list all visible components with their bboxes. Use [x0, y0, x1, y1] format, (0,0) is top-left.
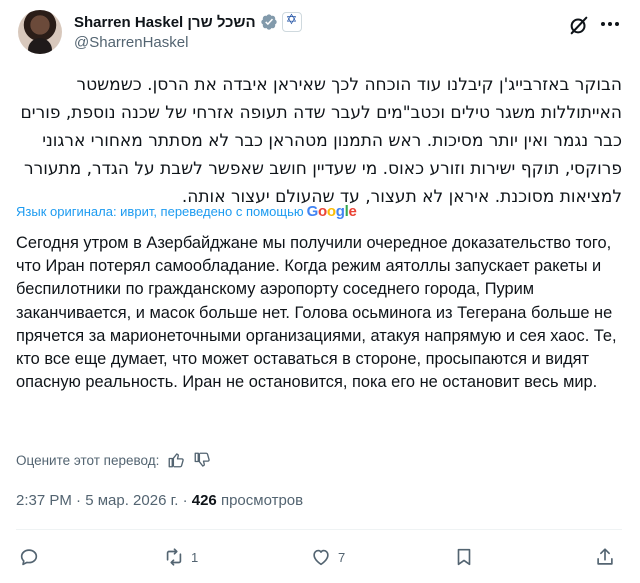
translation-source[interactable]: Язык оригинала: иврит, переведено с помо…: [16, 203, 357, 220]
views-label: просмотров: [220, 492, 304, 509]
share-icon: [597, 548, 613, 565]
organization-affiliation-icon[interactable]: [281, 12, 302, 32]
bookmark-button[interactable]: [453, 544, 475, 570]
tweet-time[interactable]: 2:37 PM: [16, 492, 72, 509]
grok-icon[interactable]: [568, 14, 590, 36]
reply-button[interactable]: [18, 544, 46, 570]
meta-separator: ·: [76, 492, 86, 509]
display-name[interactable]: Sharren Haskel השכל שרן: [74, 14, 256, 31]
repost-icon: [166, 548, 182, 566]
user-handle[interactable]: @SharrenHaskel: [74, 34, 188, 51]
action-bar: 1 7: [16, 540, 622, 574]
like-count: 7: [338, 549, 346, 565]
repost-count: 1: [191, 549, 199, 565]
meta-separator: ·: [182, 492, 192, 509]
verified-badge-icon[interactable]: [260, 13, 278, 31]
tweet-original-text: הבוקר באזרבייג'ן קיבלנו עוד הוכחה לכך שא…: [20, 75, 622, 207]
tweet-translated-text: Сегодня утром в Азербайджане мы получили…: [16, 234, 617, 392]
tweet-metadata: 2:37 PM · 5 мар. 2026 г. · 426 просмотро…: [16, 492, 303, 509]
divider: [16, 529, 622, 530]
thumbs-down-icon[interactable]: [193, 451, 211, 469]
like-button[interactable]: 7: [310, 544, 345, 570]
avatar[interactable]: [18, 10, 62, 54]
heart-icon: [313, 549, 329, 566]
translation-note-text: Язык оригинала: иврит, переведено с помо…: [16, 204, 304, 219]
more-options-icon[interactable]: [598, 12, 622, 36]
author-name-row: Sharren Haskel השכל שרן: [74, 12, 302, 32]
repost-button[interactable]: 1: [163, 544, 198, 570]
reply-icon: [20, 549, 38, 566]
rate-translation: Оцените этот перевод:: [16, 451, 211, 469]
tweet-header: Sharren Haskel השכל שרן @SharrenHaskel: [18, 10, 622, 60]
thumbs-up-icon[interactable]: [167, 451, 185, 469]
google-logo: Google: [306, 203, 357, 220]
views-count: 426: [191, 492, 217, 509]
share-button[interactable]: [594, 544, 616, 570]
tweet-date[interactable]: 5 мар. 2026 г.: [85, 492, 178, 509]
bookmark-icon: [457, 548, 471, 566]
rate-translation-label: Оцените этот перевод:: [16, 452, 160, 468]
